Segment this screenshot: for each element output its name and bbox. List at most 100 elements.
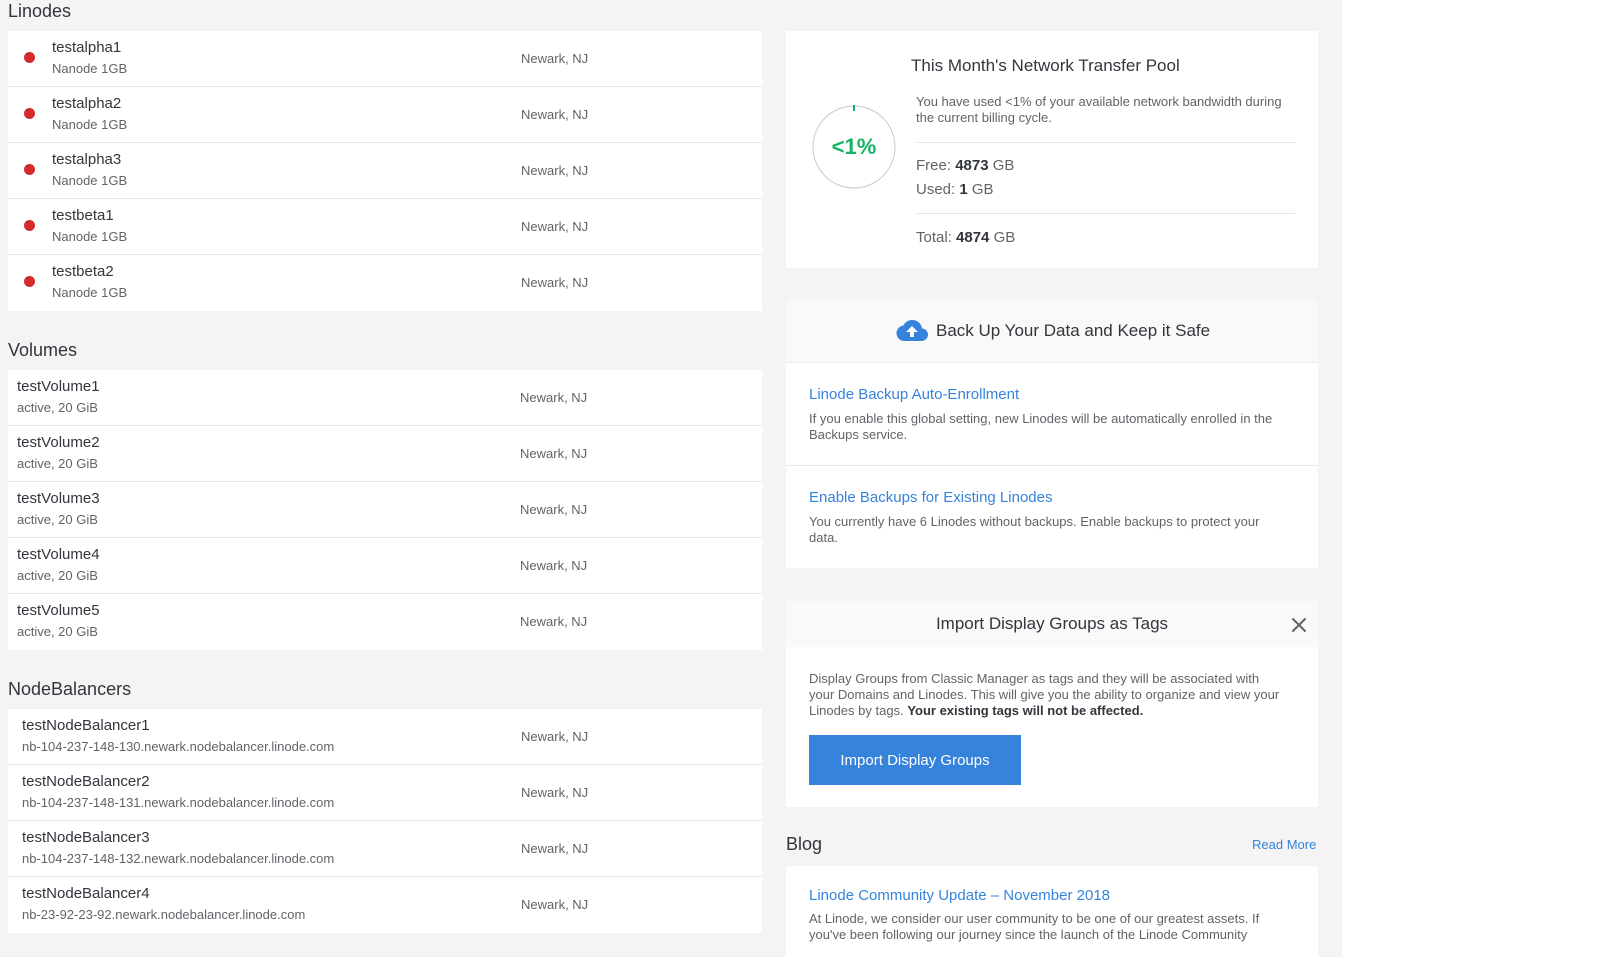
linode-row[interactable]: testbeta2 Nanode 1GB Newark, NJ — [8, 255, 762, 311]
volume-region: Newark, NJ — [520, 558, 588, 573]
transfer-pool-title: This Month's Network Transfer Pool — [911, 56, 1180, 75]
backups-card: Back Up Your Data and Keep it Safe Linod… — [786, 300, 1318, 568]
volumes-section-title: Volumes — [8, 340, 78, 360]
linode-row[interactable]: testalpha1 Nanode 1GB Newark, NJ — [8, 31, 762, 87]
nodebalancer-name[interactable]: testNodeBalancer4 — [22, 885, 150, 902]
volume-region: Newark, NJ — [520, 502, 588, 517]
volume-region: Newark, NJ — [520, 446, 588, 461]
nodebalancer-region: Newark, NJ — [521, 785, 589, 800]
nodebalancer-row[interactable]: testNodeBalancer3 nb-104-237-148-132.new… — [8, 821, 762, 877]
divider — [916, 213, 1295, 214]
status-offline-icon — [24, 52, 35, 63]
import-groups-note: Your existing tags will not be affected. — [907, 703, 1144, 718]
read-more-link[interactable]: Read More — [1252, 837, 1316, 852]
volumes-list: testVolume1 active, 20 GiB Newark, NJ te… — [8, 370, 762, 650]
volume-row[interactable]: testVolume3 active, 20 GiB Newark, NJ — [8, 482, 762, 538]
volume-row[interactable]: testVolume2 active, 20 GiB Newark, NJ — [8, 426, 762, 482]
existing-backups-description: You currently have 6 Linodes without bac… — [809, 514, 1260, 545]
nodebalancer-hostname: nb-104-237-148-130.newark.nodebalancer.l… — [22, 739, 335, 754]
total-unit: GB — [993, 229, 1016, 246]
import-groups-description: Display Groups from Classic Manager as t… — [809, 671, 1284, 719]
free-unit: GB — [992, 157, 1015, 174]
nodebalancers-list: testNodeBalancer1 nb-104-237-148-130.new… — [8, 709, 762, 933]
import-groups-header: Import Display Groups as Tags — [786, 601, 1318, 647]
volume-name[interactable]: testVolume4 — [17, 546, 100, 563]
status-offline-icon — [24, 164, 35, 175]
linode-name[interactable]: testbeta2 — [52, 263, 114, 280]
status-offline-icon — [24, 276, 35, 287]
free-label: Free: — [916, 157, 952, 174]
used-unit: GB — [971, 181, 994, 198]
volume-detail: active, 20 GiB — [17, 512, 98, 527]
nodebalancer-row[interactable]: testNodeBalancer2 nb-104-237-148-131.new… — [8, 765, 762, 821]
auto-enroll-description: If you enable this global setting, new L… — [809, 411, 1273, 442]
transfer-description: You have used <1% of your available netw… — [916, 94, 1282, 125]
nodebalancer-name[interactable]: testNodeBalancer1 — [22, 717, 150, 734]
volume-name[interactable]: testVolume2 — [17, 434, 100, 451]
linode-plan: Nanode 1GB — [52, 285, 128, 300]
blog-post-excerpt: At Linode, we consider our user communit… — [809, 911, 1260, 942]
used-value: 1 — [959, 181, 968, 198]
nodebalancer-hostname: nb-23-92-23-92.newark.nodebalancer.linod… — [22, 907, 306, 922]
free-value: 4873 — [955, 157, 989, 174]
volume-name[interactable]: testVolume5 — [17, 602, 100, 619]
import-groups-title: Import Display Groups as Tags — [935, 614, 1169, 633]
nodebalancer-name[interactable]: testNodeBalancer3 — [22, 829, 150, 846]
backups-card-header: Back Up Your Data and Keep it Safe — [786, 300, 1318, 363]
volume-detail: active, 20 GiB — [17, 400, 98, 415]
linode-row[interactable]: testalpha3 Nanode 1GB Newark, NJ — [8, 143, 762, 199]
linode-name[interactable]: testalpha3 — [52, 151, 121, 168]
linodes-list: testalpha1 Nanode 1GB Newark, NJ testalp… — [8, 31, 762, 311]
volume-row[interactable]: testVolume1 active, 20 GiB Newark, NJ — [8, 370, 762, 426]
nodebalancer-region: Newark, NJ — [521, 841, 589, 856]
volume-row[interactable]: testVolume4 active, 20 GiB Newark, NJ — [8, 538, 762, 594]
linode-plan: Nanode 1GB — [52, 229, 128, 244]
linode-name[interactable]: testalpha1 — [52, 39, 121, 56]
auto-enroll-section: Linode Backup Auto-Enrollment If you ena… — [786, 363, 1318, 466]
linode-plan: Nanode 1GB — [52, 173, 128, 188]
linode-name[interactable]: testalpha2 — [52, 95, 121, 112]
volume-name[interactable]: testVolume1 — [17, 378, 100, 395]
status-offline-icon — [24, 220, 35, 231]
nodebalancer-name[interactable]: testNodeBalancer2 — [22, 773, 150, 790]
blog-section-title: Blog — [786, 834, 823, 854]
import-display-groups-button[interactable]: Import Display Groups — [809, 735, 1021, 785]
nodebalancer-hostname: nb-104-237-148-131.newark.nodebalancer.l… — [22, 795, 335, 810]
blog-post-title[interactable]: Linode Community Update – November 2018 — [809, 887, 1110, 904]
total-label: Total: — [916, 229, 952, 246]
transfer-used-stat: Used: 1 GB — [916, 181, 994, 198]
transfer-gauge-label: <1% — [831, 134, 877, 159]
linode-region: Newark, NJ — [521, 219, 589, 234]
linode-region: Newark, NJ — [521, 51, 589, 66]
linode-region: Newark, NJ — [521, 107, 589, 122]
linode-plan: Nanode 1GB — [52, 117, 128, 132]
cloud-upload-icon — [896, 320, 928, 341]
import-groups-card: Import Display Groups as Tags Display Gr… — [786, 601, 1318, 807]
close-icon[interactable] — [1288, 614, 1310, 636]
volume-detail: active, 20 GiB — [17, 624, 98, 639]
transfer-pool-card: This Month's Network Transfer Pool <1% Y… — [786, 31, 1318, 268]
volume-name[interactable]: testVolume3 — [17, 490, 100, 507]
linode-row[interactable]: testalpha2 Nanode 1GB Newark, NJ — [8, 87, 762, 143]
transfer-free-stat: Free: 4873 GB — [916, 157, 1014, 174]
linode-plan: Nanode 1GB — [52, 61, 128, 76]
volume-row[interactable]: testVolume5 active, 20 GiB Newark, NJ — [8, 594, 762, 650]
volume-detail: active, 20 GiB — [17, 456, 98, 471]
linode-name[interactable]: testbeta1 — [52, 207, 114, 224]
nodebalancer-row[interactable]: testNodeBalancer1 nb-104-237-148-130.new… — [8, 709, 762, 765]
nodebalancer-row[interactable]: testNodeBalancer4 nb-23-92-23-92.newark.… — [8, 877, 762, 933]
nodebalancers-section-title: NodeBalancers — [8, 679, 132, 699]
linode-row[interactable]: testbeta1 Nanode 1GB Newark, NJ — [8, 199, 762, 255]
volume-region: Newark, NJ — [520, 390, 588, 405]
status-offline-icon — [24, 108, 35, 119]
linodes-section-title: Linodes — [8, 1, 72, 21]
volume-detail: active, 20 GiB — [17, 568, 98, 583]
total-value: 4874 — [956, 229, 990, 246]
auto-enroll-link[interactable]: Linode Backup Auto-Enrollment — [809, 386, 1019, 403]
used-label: Used: — [916, 181, 956, 198]
linode-region: Newark, NJ — [521, 275, 589, 290]
nodebalancer-hostname: nb-104-237-148-132.newark.nodebalancer.l… — [22, 851, 335, 866]
volume-region: Newark, NJ — [520, 614, 588, 629]
existing-backups-section: Enable Backups for Existing Linodes You … — [786, 466, 1318, 568]
enable-existing-backups-link[interactable]: Enable Backups for Existing Linodes — [809, 489, 1052, 506]
